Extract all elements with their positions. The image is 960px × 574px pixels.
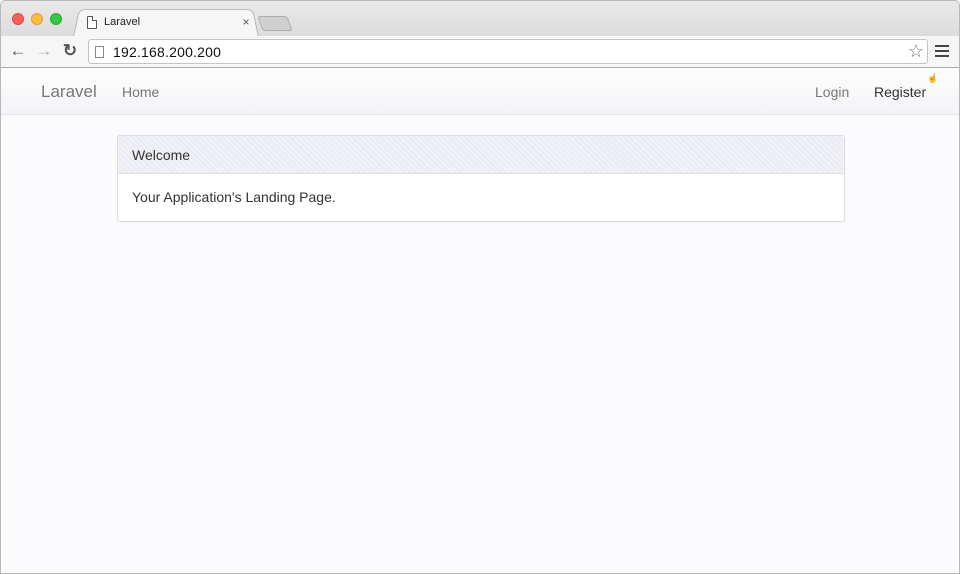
browser-toolbar: ← → ↻ 192.168.200.200 ☆ (1, 36, 959, 68)
nav-register-link[interactable]: Register (874, 84, 926, 100)
page-content: Laravel Home Login Register ☝ Welcome Yo… (1, 69, 959, 573)
welcome-panel: Welcome Your Application's Landing Page. (117, 135, 845, 222)
brand-link[interactable]: Laravel (41, 82, 97, 102)
arrow-left-icon[interactable]: ← (8, 41, 28, 61)
cursor-icon: ☝ (927, 73, 939, 83)
site-navbar: Laravel Home Login Register ☝ (1, 69, 959, 115)
tab-content: Laravel × (85, 11, 255, 33)
hamburger-menu-icon[interactable] (935, 45, 949, 57)
maximize-window-button[interactable] (50, 13, 62, 25)
url-text[interactable]: 192.168.200.200 (113, 44, 908, 60)
panel-heading: Welcome (118, 136, 844, 174)
tab-strip: Laravel × (1, 1, 959, 37)
address-bar[interactable]: 192.168.200.200 ☆ (88, 39, 928, 64)
arrow-right-icon[interactable]: → (34, 41, 54, 61)
new-tab-button[interactable] (257, 16, 293, 31)
page-icon (87, 15, 97, 29)
minimize-window-button[interactable] (31, 13, 43, 25)
nav-login-link[interactable]: Login (815, 84, 849, 100)
tab-title: Laravel (104, 16, 141, 28)
close-window-button[interactable] (12, 13, 24, 25)
browser-window: Laravel × ← → ↻ 192.168.200.200 ☆ Larave… (0, 0, 960, 574)
tab-close-icon[interactable]: × (239, 15, 253, 29)
nav-home-link[interactable]: Home (122, 84, 159, 100)
reload-icon[interactable]: ↻ (60, 41, 80, 61)
panel-body: Your Application's Landing Page. (132, 189, 336, 205)
star-icon[interactable]: ☆ (908, 41, 924, 62)
page-icon (95, 45, 104, 58)
